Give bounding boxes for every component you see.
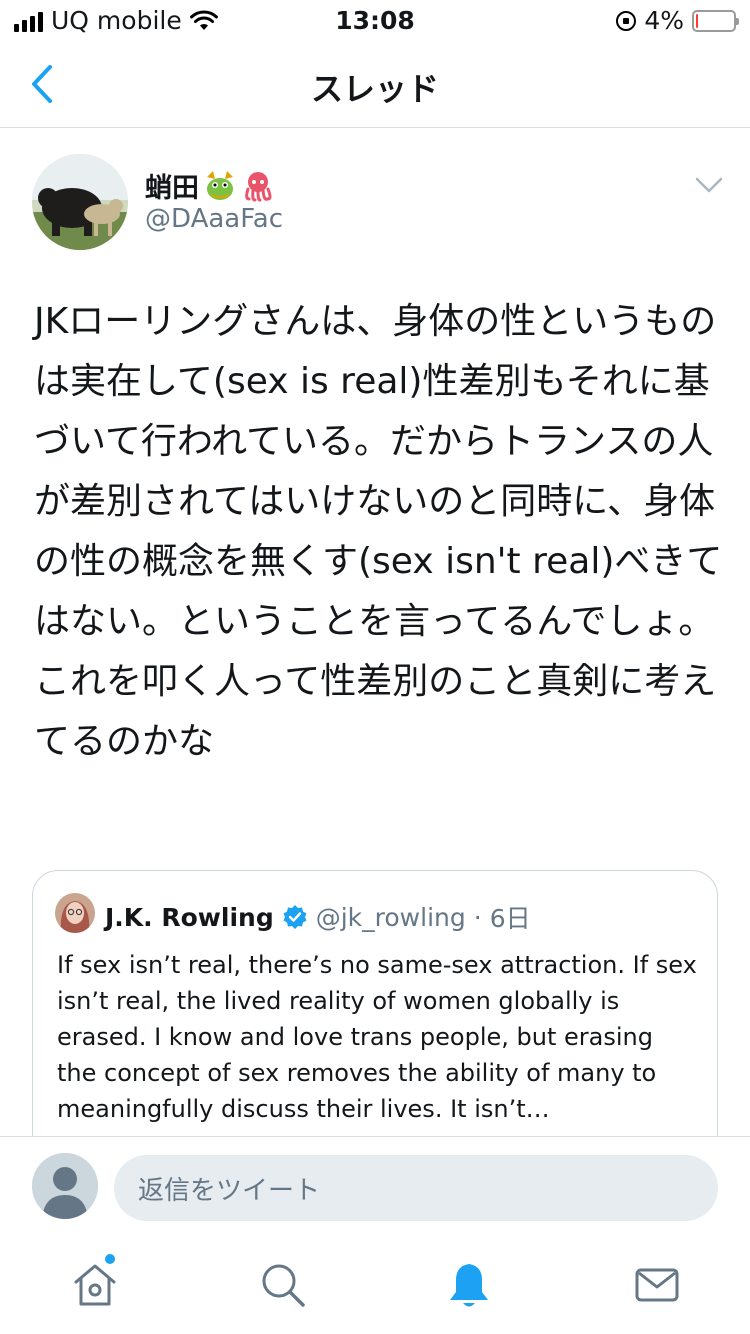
- search-icon[interactable]: [258, 1260, 308, 1310]
- reply-input[interactable]: 返信をツイート: [114, 1155, 718, 1221]
- quoted-author-avatar: [55, 893, 95, 933]
- nav-header: スレッド: [0, 40, 750, 128]
- battery-level-fill: [696, 13, 698, 28]
- separator-dot: ·: [473, 902, 482, 932]
- tweet-text: JKローリングさんは、身体の性というものは実在して(sex is real)性差…: [34, 301, 723, 762]
- octopus-icon: [245, 171, 272, 202]
- home-icon[interactable]: [70, 1260, 120, 1310]
- quoted-tweet-text: If sex isn’t real, there’s no same-sex a…: [57, 951, 697, 1123]
- dragon-face-icon: [207, 170, 233, 200]
- quoted-tweet-time: 6日: [489, 904, 531, 933]
- avatar-image: [32, 154, 128, 250]
- quoted-tweet-card[interactable]: J.K. Rowling @jk_rowling · 6日 If sex isn…: [32, 870, 718, 1170]
- author-handle[interactable]: @DAaaFac: [145, 204, 283, 234]
- notifications-icon[interactable]: [444, 1260, 494, 1310]
- default-avatar-icon: [32, 1153, 98, 1219]
- quoted-author-name: J.K. Rowling: [105, 902, 274, 932]
- quoted-tweet-header: J.K. Rowling @jk_rowling · 6日: [105, 899, 531, 935]
- battery-icon: [692, 9, 739, 32]
- quoted-author-handle: @jk_rowling: [315, 902, 466, 932]
- status-bar: UQ mobile 13:08 4%: [0, 0, 750, 40]
- chevron-down-icon[interactable]: [694, 174, 724, 196]
- quoted-avatar-image: [55, 893, 95, 933]
- reply-bar: 返信をツイート: [0, 1136, 750, 1238]
- author-avatar[interactable]: [32, 154, 128, 250]
- tab-bar: [0, 1238, 750, 1334]
- author-name-row[interactable]: 蛸田: [145, 166, 275, 205]
- battery-percent: 4%: [644, 6, 684, 35]
- my-avatar[interactable]: [32, 1153, 98, 1219]
- status-right: 4%: [616, 6, 739, 35]
- verified-badge-icon: [283, 905, 307, 929]
- page-title: スレッド: [310, 70, 439, 108]
- messages-icon[interactable]: [632, 1260, 682, 1310]
- rotation-lock-icon: [616, 10, 637, 31]
- new-content-indicator: [105, 1254, 115, 1264]
- author-name: 蛸田: [145, 173, 199, 204]
